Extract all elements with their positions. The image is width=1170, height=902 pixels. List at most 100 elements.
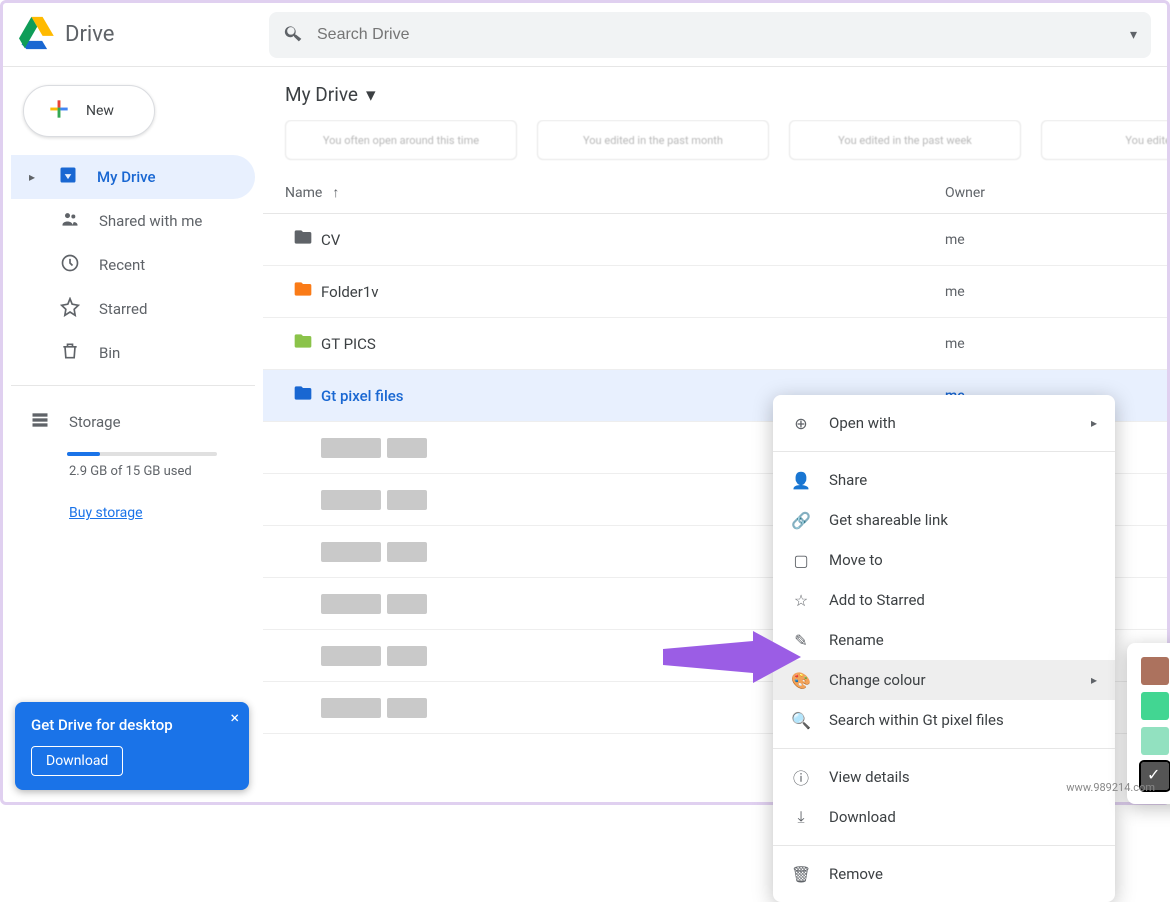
search-icon: 🔍 [791, 711, 811, 730]
table-header: Name ↑ Owner [263, 170, 1167, 214]
close-icon[interactable]: × [230, 708, 239, 727]
shared-icon [59, 209, 81, 234]
annotation-arrow [663, 627, 803, 687]
chevron-right-icon: ▸ [1091, 416, 1097, 430]
menu-item-label: Download [829, 808, 896, 826]
drive-logo-icon [19, 15, 55, 55]
menu-item-label: Move to [829, 551, 883, 569]
column-name[interactable]: Name [285, 185, 322, 201]
menu-item-trash[interactable]: 🗑 Remove [773, 854, 1115, 894]
menu-item-label: Share [829, 471, 867, 489]
menu-item-label: Add to Starred [829, 591, 925, 609]
share-icon: 👤 [791, 471, 811, 490]
menu-item-search[interactable]: 🔍 Search within Gt pixel files [773, 700, 1115, 740]
sidebar-item-starred[interactable]: Starred [11, 287, 255, 331]
suggested-card[interactable]: You edited in the past month [537, 120, 769, 160]
mydrive-icon [57, 165, 79, 190]
open-icon: ⊕ [791, 414, 811, 433]
info-icon: ⓘ [791, 765, 811, 789]
color-swatch[interactable] [1141, 657, 1169, 685]
table-row[interactable]: GT PICSme [263, 318, 1167, 370]
promo-download-button[interactable]: Download [31, 746, 123, 776]
trash-icon: 🗑 [791, 865, 811, 884]
new-label: New [86, 103, 114, 119]
chevron-right-icon: ▸ [1091, 673, 1097, 687]
sidebar-item-storage[interactable]: Storage [11, 400, 255, 444]
sidebar-item-bin[interactable]: Bin [11, 331, 255, 375]
suggested-card[interactable]: You edited in the past week [789, 120, 1021, 160]
search-input[interactable] [317, 26, 1116, 44]
menu-item-download[interactable]: ⤓ Download [773, 797, 1115, 837]
menu-item-label: Remove [829, 865, 883, 883]
breadcrumb[interactable]: My Drive ▾ [263, 75, 1167, 120]
menu-item-rename[interactable]: ✎Rename [773, 620, 1115, 660]
file-name: GT PICS [321, 335, 945, 353]
menu-item-label: Open with [829, 414, 896, 432]
folder-icon [285, 331, 321, 356]
link-icon: 🔗 [791, 511, 811, 530]
download-icon: ⤓ [791, 807, 811, 827]
sidebar-item-label: Shared with me [99, 212, 202, 230]
table-row[interactable]: CVme [263, 214, 1167, 266]
sidebar: New ▸ My Drive Shared with me Recent Starred… [3, 67, 263, 802]
menu-item-open[interactable]: ⊕ Open with ▸ [773, 403, 1115, 443]
menu-item-info[interactable]: ⓘ View details [773, 757, 1115, 797]
bin-icon [59, 341, 81, 366]
watermark: www.989214.com [1066, 781, 1155, 794]
search-icon [283, 23, 303, 47]
file-owner: me [945, 284, 1145, 300]
sidebar-item-mydrive[interactable]: ▸ My Drive [11, 155, 255, 199]
desktop-promo: × Get Drive for desktop Download [15, 702, 249, 790]
menu-item-label: Search within Gt pixel files [829, 711, 1004, 729]
recent-icon [59, 253, 81, 278]
header: Drive ▾ [3, 3, 1167, 67]
color-swatch[interactable] [1141, 692, 1169, 720]
color-swatch[interactable] [1141, 727, 1169, 755]
app-name: Drive [65, 22, 114, 47]
starred-icon [59, 297, 81, 322]
file-name: Folder1v [321, 283, 945, 301]
move-icon: ▢ [791, 551, 811, 570]
storage-meter: 2.9 GB of 15 GB used Buy storage [11, 452, 255, 521]
search-options-icon[interactable]: ▾ [1130, 27, 1137, 43]
menu-item-label: Rename [829, 631, 884, 649]
search-bar[interactable]: ▾ [269, 12, 1151, 58]
dropdown-icon: ▾ [366, 83, 376, 106]
sidebar-item-shared[interactable]: Shared with me [11, 199, 255, 243]
sidebar-item-label: Bin [99, 344, 120, 362]
folder-icon [285, 279, 321, 304]
menu-item-link[interactable]: 🔗 Get shareable link [773, 500, 1115, 540]
menu-item-palette[interactable]: 🎨Change colour▸ [773, 660, 1115, 700]
folder-icon [285, 227, 321, 252]
file-name: CV [321, 231, 945, 249]
sidebar-item-label: My Drive [97, 168, 156, 186]
column-owner[interactable]: Owner [945, 185, 1145, 201]
menu-item-label: Get shareable link [829, 511, 948, 529]
suggested-cards: You often open around this time You edite… [263, 120, 1167, 170]
sidebar-item-label: Recent [99, 256, 145, 274]
location-label: My Drive [285, 83, 358, 106]
new-button[interactable]: New [23, 85, 155, 137]
storage-label: Storage [69, 413, 121, 431]
storage-icon [29, 410, 51, 435]
star-icon: ☆ [791, 591, 811, 610]
context-menu: ⊕ Open with ▸ 👤 Share 🔗 Get shareable link ▢ Mov… [773, 395, 1115, 902]
file-owner: me [945, 232, 1145, 248]
table-row[interactable]: Folder1vme [263, 266, 1167, 318]
color-palette [1127, 643, 1170, 804]
menu-item-share[interactable]: 👤 Share [773, 460, 1115, 500]
suggested-card[interactable]: You often open around this time [285, 120, 517, 160]
sidebar-item-label: Starred [99, 300, 147, 318]
chevron-right-icon: ▸ [29, 170, 35, 184]
menu-item-label: Change colour [829, 671, 926, 689]
sort-arrow-icon[interactable]: ↑ [332, 184, 339, 201]
menu-item-label: View details [829, 768, 910, 786]
suggested-card[interactable]: You edited in [1041, 120, 1167, 160]
menu-item-move[interactable]: ▢ Move to [773, 540, 1115, 580]
buy-storage-link[interactable]: Buy storage [69, 505, 255, 521]
menu-item-star[interactable]: ☆ Add to Starred [773, 580, 1115, 620]
storage-used-text: 2.9 GB of 15 GB used [69, 464, 255, 479]
folder-icon [285, 383, 321, 408]
sidebar-item-recent[interactable]: Recent [11, 243, 255, 287]
plus-icon [46, 96, 72, 126]
